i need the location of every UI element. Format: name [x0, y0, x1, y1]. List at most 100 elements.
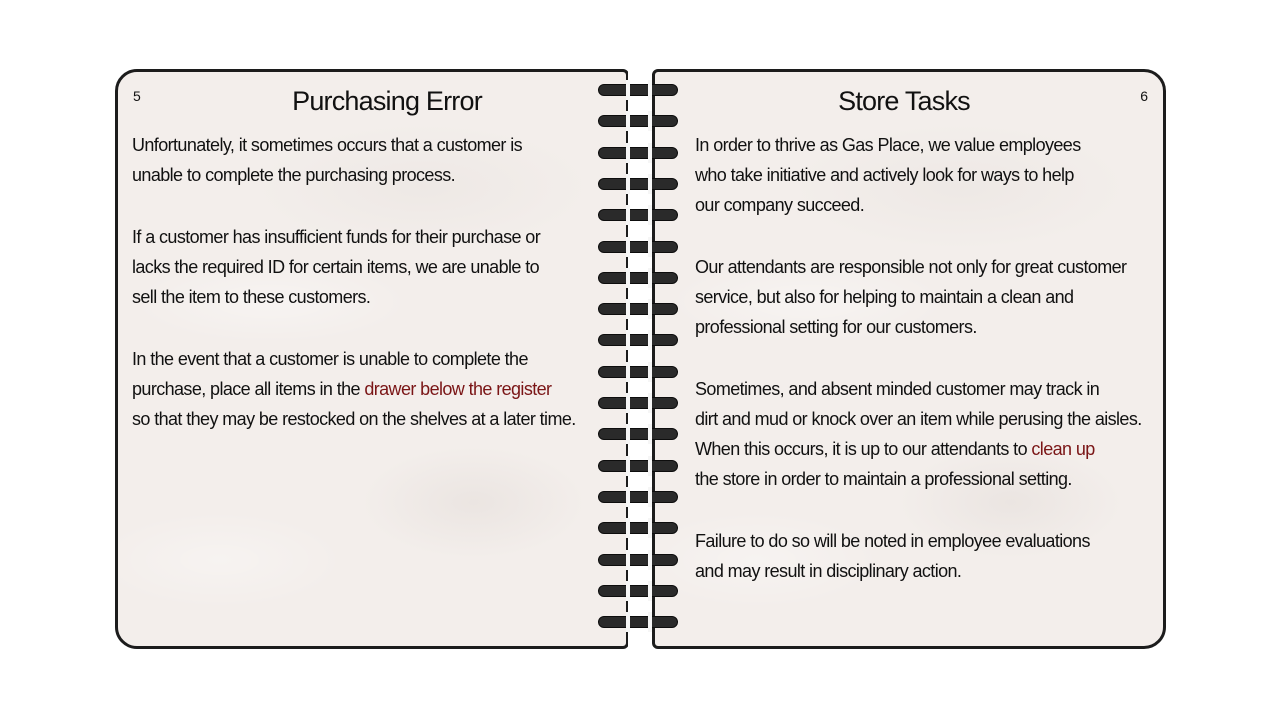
spiral-ring [596, 142, 682, 163]
spiral-ring [596, 612, 682, 633]
ring-band [598, 584, 678, 597]
spiral-binding [596, 80, 682, 644]
ring-band [598, 271, 678, 284]
ring-band [598, 397, 678, 409]
highlight-drawer-below-register: drawer below the register [364, 379, 552, 399]
ring-band [598, 553, 678, 566]
spiral-ring [596, 111, 682, 132]
spiral-ring [596, 518, 682, 539]
spiral-ring [596, 205, 682, 226]
ring-gap [626, 173, 630, 194]
ring-gap [648, 236, 652, 257]
text-line: Failure to do so will be noted in employ… [695, 531, 1090, 551]
text-line: If a customer has insufficient funds for… [132, 227, 541, 247]
ring-gap [648, 267, 652, 288]
text-line: sell the item to these customers. [132, 287, 371, 307]
spiral-ring [596, 361, 682, 382]
ring-gap [648, 393, 652, 413]
ring-gap [648, 173, 652, 194]
page-title-left: Purchasing Error [292, 86, 483, 116]
ring-gap [626, 361, 630, 382]
ring-gap [648, 518, 652, 539]
paragraph: In order to thrive as Gas Place, we valu… [695, 130, 1165, 220]
text-line: service, but also for helping to maintai… [695, 287, 1074, 307]
ring-gap [648, 361, 652, 382]
text-line: In the event that a customer is unable t… [132, 349, 528, 369]
paragraph: Failure to do so will be noted in employ… [695, 526, 1165, 586]
page-number-left: 5 [133, 88, 141, 104]
text-line: Our attendants are responsible not only … [695, 257, 1127, 277]
ring-band [598, 177, 678, 190]
paragraph: Sometimes, and absent minded customer ma… [695, 374, 1165, 494]
ring-gap [626, 612, 630, 633]
spiral-ring [596, 173, 682, 194]
ring-gap [626, 486, 630, 507]
ring-band [598, 334, 678, 347]
text-line: When this occurs, it is up to our attend… [695, 434, 1165, 464]
spiral-ring [596, 393, 682, 413]
ring-gap [648, 580, 652, 601]
text-segment: When this occurs, it is up to our attend… [695, 439, 1032, 459]
text-line: professional setting for our customers. [695, 317, 977, 337]
text-line: In order to thrive as Gas Place, we valu… [695, 135, 1081, 155]
paragraph: Our attendants are responsible not only … [695, 252, 1165, 342]
ring-band [598, 240, 678, 253]
notebook: 5 Purchasing Error Unfortunately, it som… [0, 0, 1280, 720]
ring-gap [648, 486, 652, 507]
spiral-ring [596, 80, 682, 100]
ring-gap [626, 80, 630, 100]
left-page-body: Unfortunately, it sometimes occurs that … [132, 130, 612, 466]
ring-gap [626, 205, 630, 226]
ring-gap [626, 330, 630, 351]
ring-band [598, 365, 678, 378]
right-page-body: In order to thrive as Gas Place, we valu… [695, 130, 1165, 618]
spiral-ring [596, 549, 682, 570]
text-line: so that they may be restocked on the she… [132, 409, 576, 429]
ring-gap [648, 330, 652, 351]
ring-band [598, 616, 678, 629]
ring-gap [626, 580, 630, 601]
spiral-ring [596, 486, 682, 507]
spiral-ring [596, 580, 682, 601]
text-line: who take initiative and actively look fo… [695, 165, 1074, 185]
ring-gap [648, 455, 652, 476]
ring-band [598, 146, 678, 159]
spiral-ring [596, 455, 682, 476]
spiral-ring [596, 236, 682, 257]
ring-band [598, 459, 678, 472]
ring-gap [648, 424, 652, 445]
text-line: dirt and mud or knock over an item while… [695, 409, 1142, 429]
ring-gap [626, 518, 630, 539]
ring-gap [648, 549, 652, 570]
left-page[interactable]: 5 Purchasing Error Unfortunately, it som… [115, 69, 629, 649]
text-line: our company succeed. [695, 195, 865, 215]
text-line: and may result in disciplinary action. [695, 561, 962, 581]
ring-gap [648, 612, 652, 633]
text-segment: purchase, place all items in the [132, 379, 365, 399]
text-line: lacks the required ID for certain items,… [132, 257, 540, 277]
ring-gap [626, 455, 630, 476]
right-page[interactable]: 6 Store Tasks In order to thrive as Gas … [652, 69, 1166, 649]
spiral-ring [596, 424, 682, 445]
paragraph: Unfortunately, it sometimes occurs that … [132, 130, 612, 190]
text-line: the store in order to maintain a profess… [695, 469, 1072, 489]
ring-band [598, 490, 678, 503]
text-line: Sometimes, and absent minded customer ma… [695, 379, 1100, 399]
ring-gap [626, 299, 630, 320]
ring-gap [626, 424, 630, 445]
text-line: Unfortunately, it sometimes occurs that … [132, 135, 523, 155]
text-line: unable to complete the purchasing proces… [132, 165, 456, 185]
ring-band [598, 522, 678, 535]
page-title-right: Store Tasks [838, 86, 971, 116]
highlight-clean-up: clean up [1031, 439, 1095, 459]
ring-gap [648, 142, 652, 163]
spiral-ring [596, 299, 682, 320]
ring-band [598, 428, 678, 441]
spiral-ring [596, 330, 682, 351]
ring-gap [648, 299, 652, 320]
ring-gap [626, 267, 630, 288]
ring-gap [648, 205, 652, 226]
paragraph: In the event that a customer is unable t… [132, 344, 612, 434]
ring-gap [626, 393, 630, 413]
ring-gap [626, 111, 630, 132]
